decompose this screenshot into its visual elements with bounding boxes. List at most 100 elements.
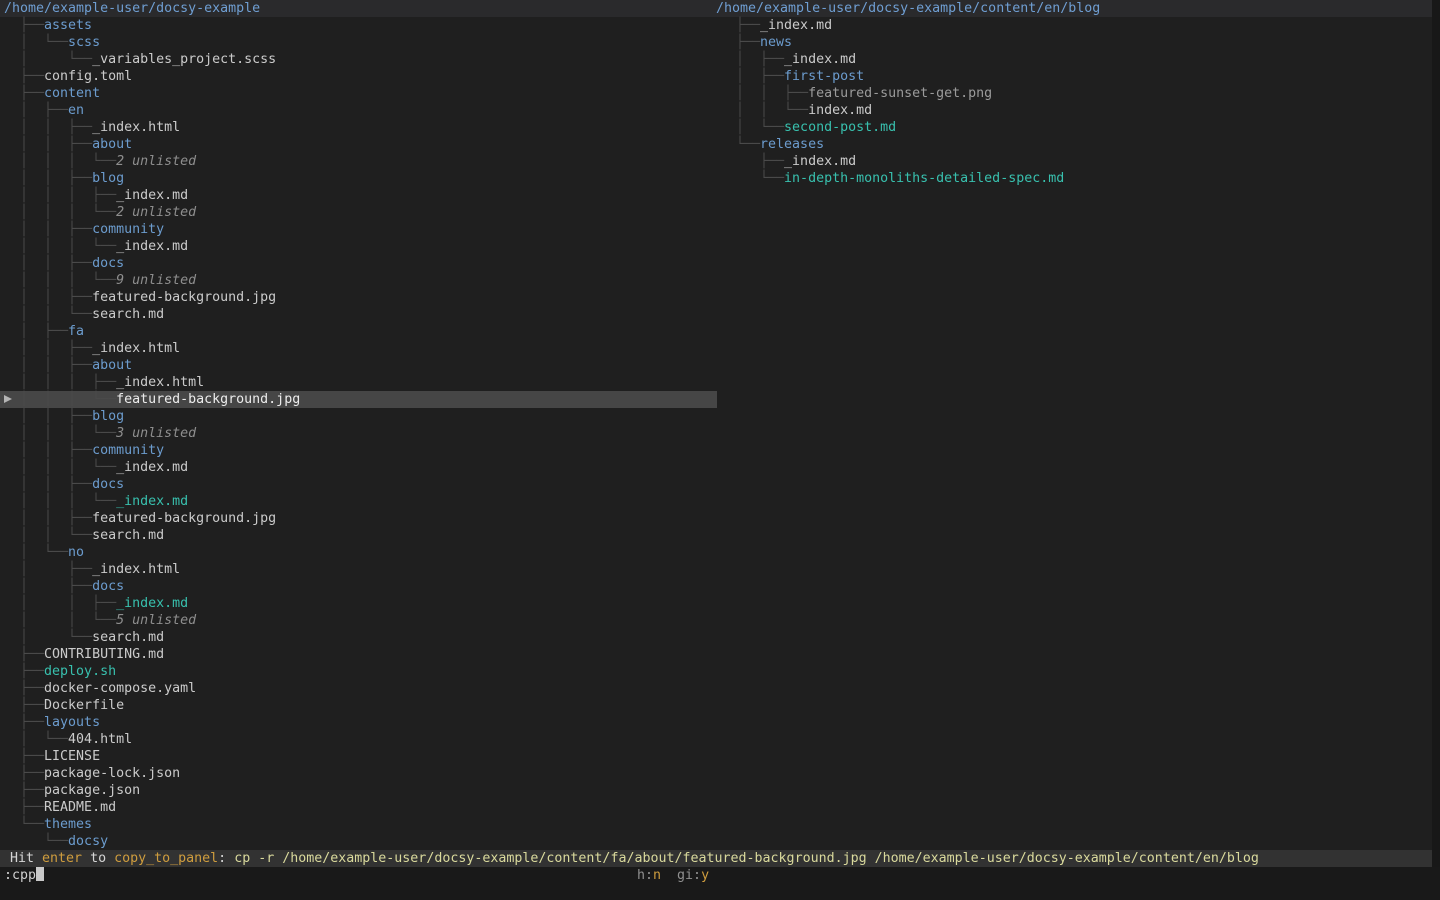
tree-row[interactable]: ├──package.json <box>0 782 717 799</box>
tree-row[interactable]: │ └──_variables_project.scss <box>0 51 717 68</box>
tree-branch-lines: └── <box>720 137 760 152</box>
tree-row[interactable]: │ │ ├──featured-sunset-get.png <box>716 85 1440 102</box>
tree-row[interactable]: ├──deploy.sh <box>0 663 717 680</box>
tree-row[interactable]: │ │ │ ├──_index.html <box>0 374 717 391</box>
tree-branch-lines: ├── <box>4 800 44 815</box>
tree-branch-lines: │ │ │ ├── <box>4 188 116 203</box>
tree-branch-lines: │ │ │ └── <box>4 154 116 169</box>
right-panel-path[interactable]: /home/example-user/docsy-example/content… <box>716 0 1100 17</box>
tree-row[interactable]: └──themes <box>0 816 717 833</box>
tree-row[interactable]: │ │ └──5 unlisted <box>0 612 717 629</box>
tree-row[interactable]: │ │ │ └──2 unlisted <box>0 204 717 221</box>
tree-row[interactable]: │ ├──first-post <box>716 68 1440 85</box>
tree-branch-lines: │ └── <box>4 52 92 67</box>
tree-row[interactable]: │ └──second-post.md <box>716 119 1440 136</box>
tree-row[interactable]: │ │ ├──community <box>0 442 717 459</box>
dir-name: assets <box>44 18 92 33</box>
tree-branch-lines: ├── <box>4 18 44 33</box>
tree-row[interactable]: │ ├──fa <box>0 323 717 340</box>
flag-gitignore-label: gi: <box>677 868 701 883</box>
command-input-value[interactable]: :cpp <box>4 868 36 883</box>
file-name: LICENSE <box>44 749 100 764</box>
file-name: featured-background.jpg <box>92 290 276 305</box>
tree-row[interactable]: │ │ │ └──featured-background.jpg <box>0 391 717 408</box>
tree-row[interactable]: │ └──no <box>0 544 717 561</box>
flag-gitignore-value[interactable]: y <box>701 868 709 883</box>
tree-row[interactable]: ├──Dockerfile <box>0 697 717 714</box>
tree-row[interactable]: ├──docker-compose.yaml <box>0 680 717 697</box>
file-name: _index.md <box>116 188 188 203</box>
tree-row[interactable]: └──in-depth-monoliths-detailed-spec.md <box>716 170 1440 187</box>
tree-row[interactable]: │ │ │ └──2 unlisted <box>0 153 717 170</box>
tree-branch-lines: │ │ ├── <box>4 409 92 424</box>
file-name: deploy.sh <box>44 664 116 679</box>
dir-name: about <box>92 358 132 373</box>
tree-row[interactable]: │ │ ├──community <box>0 221 717 238</box>
tree-branch-lines: ├── <box>720 18 760 33</box>
tree-row[interactable]: └──releases <box>716 136 1440 153</box>
tree-branch-lines: │ │ ├── <box>4 171 92 186</box>
tree-row[interactable]: ├──README.md <box>0 799 717 816</box>
tree-row[interactable]: ├──content <box>0 85 717 102</box>
tree-row[interactable]: │ │ │ └──9 unlisted <box>0 272 717 289</box>
tree-row[interactable]: │ └──404.html <box>0 731 717 748</box>
tree-row[interactable]: ├──_index.md <box>716 17 1440 34</box>
flag-hidden-value[interactable]: n <box>653 868 661 883</box>
tree-row[interactable]: │ │ ├──featured-background.jpg <box>0 289 717 306</box>
text-cursor <box>36 867 44 881</box>
dir-name: scss <box>68 35 100 50</box>
tree-row[interactable]: │ │ ├──docs <box>0 476 717 493</box>
tree-row[interactable]: │ │ └──index.md <box>716 102 1440 119</box>
tree-row[interactable]: │ │ ├──about <box>0 136 717 153</box>
tree-row[interactable]: │ │ │ └──3 unlisted <box>0 425 717 442</box>
tree-row[interactable]: │ └──scss <box>0 34 717 51</box>
tree-row[interactable]: ├──package-lock.json <box>0 765 717 782</box>
tree-branch-lines: │ └── <box>4 732 68 747</box>
tree-row[interactable]: ├──layouts <box>0 714 717 731</box>
tree-row[interactable]: │ │ │ └──_index.md <box>0 238 717 255</box>
tree-row[interactable]: │ ├──_index.md <box>716 51 1440 68</box>
tree-branch-lines: ├── <box>720 35 760 50</box>
tree-row[interactable]: │ │ │ └──_index.md <box>0 493 717 510</box>
tree-row[interactable]: │ │ ├──docs <box>0 255 717 272</box>
tree-branch-lines: ├── <box>4 647 44 662</box>
left-panel-path[interactable]: /home/example-user/docsy-example <box>4 0 260 17</box>
dir-name: docs <box>92 477 124 492</box>
tree-row[interactable]: ├──news <box>716 34 1440 51</box>
tree-branch-lines: │ │ ├── <box>4 511 92 526</box>
tree-row[interactable]: │ │ ├──about <box>0 357 717 374</box>
tree-row[interactable]: │ └──search.md <box>0 629 717 646</box>
tree-row[interactable]: │ │ ├──blog <box>0 170 717 187</box>
tree-branch-lines: │ │ └── <box>4 307 92 322</box>
tree-row[interactable]: ├──assets <box>0 17 717 34</box>
tree-row[interactable]: │ │ ├──_index.html <box>0 340 717 357</box>
tree-row[interactable]: │ │ └──search.md <box>0 306 717 323</box>
command-input-line[interactable]: :cpph:n gi:y <box>0 867 1440 900</box>
tree-row[interactable]: │ │ │ ├──_index.md <box>0 187 717 204</box>
tree-row[interactable]: │ ├──_index.html <box>0 561 717 578</box>
tree-row[interactable]: ├──LICENSE <box>0 748 717 765</box>
dir-name: community <box>92 222 164 237</box>
tree-row[interactable]: │ ├──docs <box>0 578 717 595</box>
tree-branch-lines: │ │ ├── <box>720 86 808 101</box>
tree-row[interactable]: │ │ ├──blog <box>0 408 717 425</box>
tree-branch-lines: │ │ ├── <box>4 290 92 305</box>
tree-row[interactable]: │ │ ├──featured-background.jpg <box>0 510 717 527</box>
tree-row[interactable]: │ │ └──search.md <box>0 527 717 544</box>
tree-row[interactable]: ├──_index.md <box>716 153 1440 170</box>
left-panel-tree: ├──assets │ └──scss │ └──_variables_proj… <box>0 17 717 850</box>
tree-branch-lines: │ │ │ └── <box>4 392 116 407</box>
tree-row[interactable]: ├──CONTRIBUTING.md <box>0 646 717 663</box>
tree-row[interactable]: │ ├──en <box>0 102 717 119</box>
tree-row[interactable]: ├──config.toml <box>0 68 717 85</box>
panel-header-band: /home/example-user/docsy-example /home/e… <box>0 0 1432 17</box>
dir-name: docs <box>92 256 124 271</box>
tree-row[interactable]: │ │ │ └──_index.md <box>0 459 717 476</box>
status-bar: Hit enter to copy_to_panel: cp -r /home/… <box>0 850 1432 867</box>
tree-row[interactable]: └──docsy <box>0 833 717 850</box>
tree-row[interactable]: │ │ ├──_index.md <box>0 595 717 612</box>
file-name: 9 unlisted <box>116 273 196 288</box>
tree-row[interactable]: │ │ ├──_index.html <box>0 119 717 136</box>
status-verb-copy-to-panel: copy_to_panel <box>114 851 218 866</box>
file-name: in-depth-monoliths-detailed-spec.md <box>784 171 1064 186</box>
